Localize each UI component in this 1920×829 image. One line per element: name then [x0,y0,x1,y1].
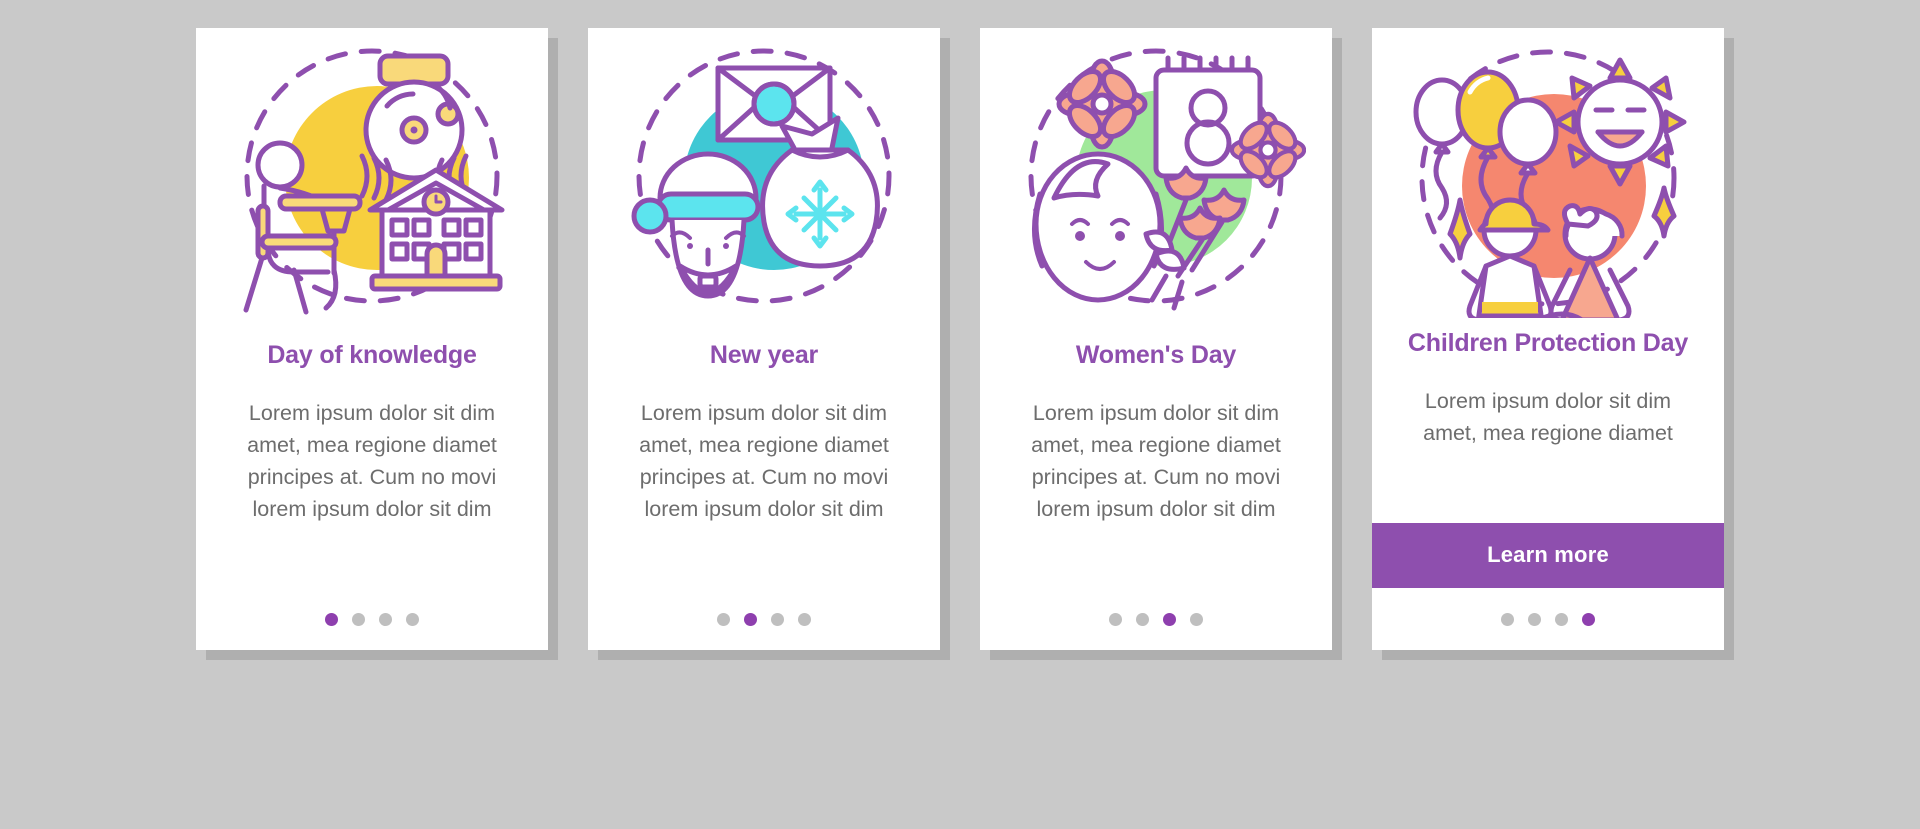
pagination-dot-2[interactable] [352,612,365,626]
pagination-dot-4[interactable] [1582,612,1595,626]
pagination-dot-3[interactable] [1555,612,1568,626]
womens-day-illustration [980,28,1332,328]
pagination-dot-4[interactable] [406,612,419,626]
onboarding-card-day-of-knowledge[interactable]: Day of knowledge Lorem ipsum dolor sit d… [196,28,548,650]
pagination-dot-1[interactable] [1501,612,1514,626]
learn-more-button[interactable]: Learn more [1372,523,1724,588]
children-protection-day-illustration [1372,28,1724,328]
card-title: New year [709,341,819,369]
card-body-text: Lorem ipsum dolor sit dim amet, mea regi… [247,401,497,521]
card-body-text: Lorem ipsum dolor sit dim amet, mea regi… [1031,401,1281,521]
pagination-dots[interactable] [1109,588,1203,650]
pagination-dot-3[interactable] [771,612,784,626]
pagination-dot-2[interactable] [1136,612,1149,626]
pagination-dot-2[interactable] [1528,612,1541,626]
pagination-dot-1[interactable] [717,612,730,626]
card-body-text: Lorem ipsum dolor sit dim amet, mea regi… [639,401,889,521]
onboarding-card-children-protection-day[interactable]: Children Protection Day Lorem ipsum dolo… [1372,28,1724,650]
pagination-dot-2[interactable] [744,612,757,626]
card-body-text: Lorem ipsum dolor sit dim amet, mea regi… [1423,389,1673,445]
onboarding-screens-container: Day of knowledge Lorem ipsum dolor sit d… [0,0,1920,829]
pagination-dot-1[interactable] [325,612,338,626]
new-year-illustration [588,28,940,328]
pagination-dot-3[interactable] [1163,612,1176,626]
pagination-dot-1[interactable] [1109,612,1122,626]
onboarding-card-womens-day[interactable]: Women's Day Lorem ipsum dolor sit dim am… [980,28,1332,650]
pagination-dot-3[interactable] [379,612,392,626]
pagination-dot-4[interactable] [1190,612,1203,626]
onboarding-card-new-year[interactable]: New year Lorem ipsum dolor sit dim amet,… [588,28,940,650]
card-title: Day of knowledge [267,341,477,369]
pagination-dots[interactable] [325,588,419,650]
card-title: Children Protection Day [1407,329,1689,357]
pagination-dot-4[interactable] [798,612,811,626]
pagination-dots[interactable] [1501,588,1595,650]
pagination-dots[interactable] [717,588,811,650]
card-title: Women's Day [1075,341,1237,369]
day-of-knowledge-illustration [196,28,548,328]
